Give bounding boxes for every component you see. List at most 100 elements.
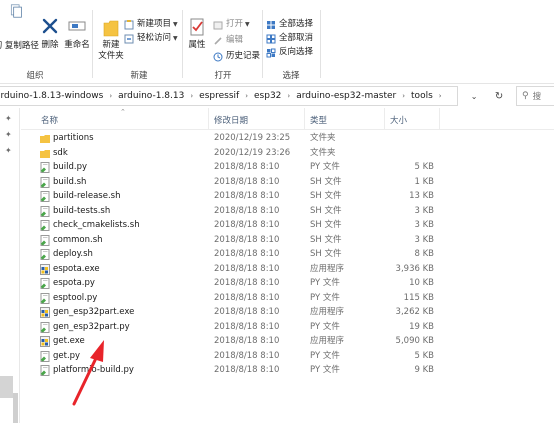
file-row[interactable]: gen_esp32part.exe 2018/8/18 8:10 应用程序 3,262… [21, 305, 554, 320]
group-open: 打开 [214, 71, 232, 81]
search-input[interactable]: ⚲ 搜 [516, 86, 554, 106]
chevron-right-icon[interactable]: › [282, 92, 295, 100]
copy-path-button[interactable]: 剪切 复制路径 [0, 41, 39, 52]
file-row[interactable]: build.py 2018/8/18 8:10 PY 文件 5 KB [21, 160, 554, 175]
open-label: 打开 [226, 19, 244, 29]
file-row[interactable]: build-tests.sh 2018/8/18 8:10 SH 文件 3 KB [21, 204, 554, 219]
file-name: build.py [53, 162, 88, 172]
easy-access-button[interactable]: 轻松访问 ▼ [124, 33, 178, 44]
properties-button[interactable]: 属性 [184, 18, 210, 51]
easy-access-icon [124, 34, 134, 43]
file-name: partitions [53, 133, 94, 143]
file-row[interactable]: build-release.sh 2018/8/18 8:10 SH 文件 13 KB [21, 189, 554, 204]
delete-icon [42, 18, 58, 34]
group-select: 选择 [282, 71, 300, 81]
nav-scrollbar[interactable] [13, 393, 18, 423]
ribbon: 剪切 复制路径 删除 重命名 组织 新建 文件夹 新建项目▼ 轻松访问▼ [0, 0, 554, 84]
chevron-down-icon: ▼ [173, 35, 178, 42]
file-row[interactable]: espota.exe 2018/8/18 8:10 应用程序 3,936 KB [21, 262, 554, 277]
breadcrumb-item[interactable]: esp32 [253, 91, 282, 101]
file-row[interactable]: partitions 2020/12/19 23:25 文件夹 [21, 131, 554, 146]
script-file-icon [40, 292, 50, 304]
address-tools: ⌄ ↻ [462, 86, 512, 106]
file-row[interactable]: sdk 2020/12/19 23:26 文件夹 [21, 146, 554, 161]
chevron-right-icon[interactable]: › [434, 92, 447, 100]
script-file-icon [40, 234, 50, 246]
column-name[interactable]: 名称 [41, 114, 58, 126]
history-button[interactable]: 历史记录 [213, 51, 260, 62]
file-row[interactable]: build.sh 2018/8/18 8:10 SH 文件 1 KB [21, 175, 554, 190]
file-row[interactable]: common.sh 2018/8/18 8:10 SH 文件 3 KB [21, 233, 554, 248]
chevron-right-icon[interactable]: › [397, 92, 410, 100]
file-row[interactable]: deploy.sh 2018/8/18 8:10 SH 文件 8 KB [21, 247, 554, 262]
group-organize: 组织 [26, 71, 44, 81]
breadcrumb-item[interactable]: espressif [198, 91, 240, 101]
edit-icon [214, 36, 222, 45]
file-date: 2018/8/18 8:10 [214, 365, 280, 375]
open-icon [213, 21, 223, 29]
edit-button[interactable]: 编辑 [213, 35, 243, 46]
breadcrumb[interactable]: arduino-1.8.13-windows › arduino-1.8.13 … [0, 86, 458, 106]
pin-icon[interactable]: ✦ [5, 130, 14, 139]
search-icon: ⚲ [522, 91, 529, 101]
file-row[interactable]: platformio-build.py 2018/8/18 8:10 PY 文件 9 … [21, 363, 554, 378]
file-name: espota.py [53, 278, 95, 288]
column-divider[interactable] [304, 108, 305, 130]
file-size: 3 KB [414, 220, 434, 230]
file-name: check_cmakelists.sh [53, 220, 140, 230]
chevron-right-icon[interactable]: › [185, 92, 198, 100]
breadcrumb-item[interactable]: arduino-esp32-master [295, 91, 397, 101]
file-date: 2018/8/18 8:10 [214, 292, 280, 303]
file-date: 2018/8/18 8:10 [214, 263, 280, 274]
file-size: 3,936 KB [395, 263, 434, 274]
file-row[interactable]: get.exe 2018/8/18 8:10 应用程序 5,090 KB [21, 334, 554, 349]
file-row[interactable]: check_cmakelists.sh 2018/8/18 8:10 SH 文件 3 … [21, 218, 554, 233]
nav-selected-item[interactable] [0, 376, 13, 398]
file-type: 应用程序 [310, 263, 345, 274]
file-size: 5,090 KB [395, 336, 434, 346]
new-item-button[interactable]: 新建项目 ▼ [124, 19, 178, 30]
file-type: SH 文件 [310, 234, 342, 245]
easy-access-label: 轻松访问 [137, 33, 172, 43]
select-all-button[interactable]: 全部选择 [266, 19, 313, 30]
pin-icon[interactable]: ✦ [5, 146, 14, 155]
breadcrumb-item[interactable]: arduino-1.8.13 [117, 91, 185, 101]
dropdown-icon[interactable]: ⌄ [471, 92, 478, 101]
chevron-right-icon[interactable]: › [104, 92, 117, 100]
file-type: PY 文件 [310, 162, 340, 172]
new-folder-button[interactable]: 新建 文件夹 [95, 18, 127, 62]
column-divider[interactable] [208, 108, 209, 130]
file-type: SH 文件 [310, 205, 342, 216]
select-all-label: 全部选择 [279, 19, 314, 29]
column-date[interactable]: 修改日期 [214, 114, 248, 126]
refresh-icon[interactable]: ↻ [495, 91, 503, 102]
file-name: build.sh [53, 176, 87, 187]
file-name: gen_esp32part.py [53, 321, 130, 332]
delete-button[interactable]: 删除 [38, 18, 62, 51]
rename-button[interactable]: 重命名 [62, 18, 92, 51]
open-button[interactable]: 打开 ▼ [213, 19, 250, 30]
chevron-right-icon[interactable]: › [240, 92, 253, 100]
script-file-icon [40, 176, 50, 188]
new-item-icon [124, 19, 134, 29]
column-size[interactable]: 大小 [390, 114, 407, 126]
file-size: 115 KB [403, 292, 434, 303]
column-divider[interactable] [384, 108, 385, 130]
column-divider[interactable] [439, 108, 440, 130]
file-date: 2018/8/18 8:10 [214, 350, 280, 361]
breadcrumb-item[interactable]: arduino-1.8.13-windows [0, 91, 104, 101]
file-type: PY 文件 [310, 292, 340, 303]
file-name: deploy.sh [53, 249, 93, 259]
select-none-button[interactable]: 全部取消 [266, 33, 313, 44]
file-row[interactable]: get.py 2018/8/18 8:10 PY 文件 5 KB [21, 349, 554, 364]
file-row[interactable]: esptool.py 2018/8/18 8:10 PY 文件 115 KB [21, 291, 554, 306]
pin-icon[interactable]: ✦ [5, 114, 14, 123]
new-folder-label: 新建 文件夹 [98, 40, 124, 61]
breadcrumb-item[interactable]: tools [410, 91, 434, 101]
file-row[interactable]: espota.py 2018/8/18 8:10 PY 文件 10 KB [21, 276, 554, 291]
column-type[interactable]: 类型 [310, 114, 327, 126]
sort-up-icon: ⌃ [120, 108, 126, 116]
copy-to-button[interactable] [2, 4, 30, 18]
file-row[interactable]: gen_esp32part.py 2018/8/18 8:10 PY 文件 19 KB [21, 320, 554, 335]
invert-selection-button[interactable]: 反向选择 [266, 47, 313, 58]
